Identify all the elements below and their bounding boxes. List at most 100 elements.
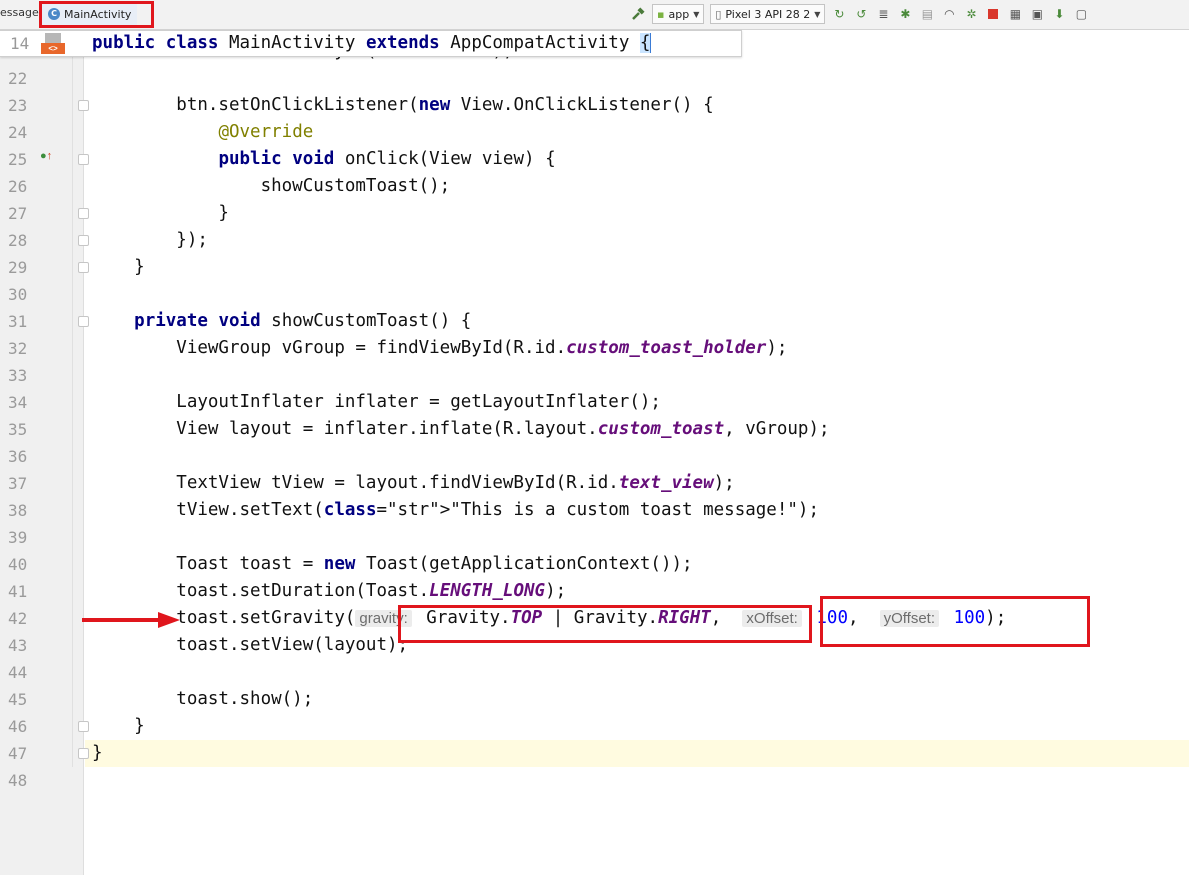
fold-icon[interactable] bbox=[78, 262, 89, 273]
chevron-down-icon: ▼ bbox=[814, 10, 820, 19]
chevron-down-icon: ▼ bbox=[693, 10, 699, 19]
line-code: toast.show(); bbox=[92, 686, 313, 713]
sticky-line-number: 14 bbox=[10, 34, 29, 53]
line-code: toast.setDuration(Toast.LENGTH_LONG); bbox=[92, 578, 566, 605]
apply-changes-icon[interactable]: ↻ bbox=[831, 6, 847, 22]
code-line[interactable]: 37 TextView tView = layout.findViewById(… bbox=[0, 470, 1189, 497]
code-line[interactable]: 46 } bbox=[0, 713, 1189, 740]
run-toolbar: ▪ app ▼ ▯ Pixel 3 API 28 2 ▼ ↻ ↺ ≣ ✱ ▤ ◠… bbox=[630, 4, 1089, 24]
line-code: public void onClick(View view) { bbox=[92, 146, 556, 173]
code-line[interactable]: 30 bbox=[0, 281, 1189, 308]
code-line[interactable]: 48 bbox=[0, 767, 1189, 794]
line-code: } bbox=[92, 200, 229, 227]
red-arrow-icon bbox=[82, 611, 182, 629]
code-line[interactable]: 26 showCustomToast(); bbox=[0, 173, 1189, 200]
device-icon: ▯ bbox=[715, 8, 721, 21]
line-number: 48 bbox=[8, 767, 27, 794]
logcat-icon[interactable]: ≣ bbox=[875, 6, 891, 22]
run-config-label: app bbox=[668, 8, 689, 21]
fold-icon[interactable] bbox=[78, 100, 89, 111]
tab-previous[interactable]: essage bbox=[0, 6, 39, 19]
line-number: 30 bbox=[8, 281, 27, 308]
line-code: showCustomToast(); bbox=[92, 173, 450, 200]
fold-icon[interactable] bbox=[78, 235, 89, 246]
line-number: 24 bbox=[8, 119, 27, 146]
top-toolbar: essage C MainActivity ▪ app ▼ ▯ Pixel 3 … bbox=[0, 0, 1189, 30]
sync-icon[interactable]: ▦ bbox=[1007, 6, 1023, 22]
line-number: 38 bbox=[8, 497, 27, 524]
code-line[interactable]: 39 bbox=[0, 524, 1189, 551]
tab-label: MainActivity bbox=[64, 8, 131, 21]
line-number: 47 bbox=[8, 740, 27, 767]
attach-debugger-icon[interactable]: ✲ bbox=[963, 6, 979, 22]
line-number: 37 bbox=[8, 470, 27, 497]
profile-icon[interactable]: ◠ bbox=[941, 6, 957, 22]
fold-icon[interactable] bbox=[78, 208, 89, 219]
line-code: btn.setOnClickListener(new View.OnClickL… bbox=[92, 92, 714, 119]
line-number: 27 bbox=[8, 200, 27, 227]
line-code: LayoutInflater inflater = getLayoutInfla… bbox=[92, 389, 661, 416]
line-number: 23 bbox=[8, 92, 27, 119]
line-number: 40 bbox=[8, 551, 27, 578]
code-line[interactable]: 43 toast.setView(layout); bbox=[0, 632, 1189, 659]
line-number: 43 bbox=[8, 632, 27, 659]
layout-inspector-icon[interactable]: ▢ bbox=[1073, 6, 1089, 22]
line-number: 41 bbox=[8, 578, 27, 605]
code-line[interactable]: 23 btn.setOnClickListener(new View.OnCli… bbox=[0, 92, 1189, 119]
class-icon: C bbox=[48, 8, 60, 20]
code-line[interactable]: 41 toast.setDuration(Toast.LENGTH_LONG); bbox=[0, 578, 1189, 605]
line-number: 22 bbox=[8, 65, 27, 92]
line-code: } bbox=[92, 254, 145, 281]
xml-layout-icon[interactable]: <> bbox=[41, 33, 65, 55]
line-number: 26 bbox=[8, 173, 27, 200]
code-line[interactable]: 38 tView.setText(class="str">"This is a … bbox=[0, 497, 1189, 524]
line-number: 44 bbox=[8, 659, 27, 686]
apply-code-changes-icon[interactable]: ↺ bbox=[853, 6, 869, 22]
code-line[interactable]: 33 bbox=[0, 362, 1189, 389]
run-config-select[interactable]: ▪ app ▼ bbox=[652, 4, 704, 24]
code-line[interactable]: 47} bbox=[0, 740, 1189, 767]
code-line[interactable]: 36 bbox=[0, 443, 1189, 470]
sdk-manager-icon[interactable]: ⬇ bbox=[1051, 6, 1067, 22]
code-line[interactable]: 31 private void showCustomToast() { bbox=[0, 308, 1189, 335]
override-gutter-icon[interactable]: ●↑ bbox=[40, 150, 52, 162]
code-line[interactable]: 34 LayoutInflater inflater = getLayoutIn… bbox=[0, 389, 1189, 416]
debug-icon[interactable]: ✱ bbox=[897, 6, 913, 22]
hammer-icon[interactable] bbox=[630, 6, 646, 22]
line-number: 29 bbox=[8, 254, 27, 281]
coverage-icon[interactable]: ▤ bbox=[919, 6, 935, 22]
line-code: @Override bbox=[92, 119, 313, 146]
line-code: private void showCustomToast() { bbox=[92, 308, 471, 335]
code-line[interactable]: 35 View layout = inflater.inflate(R.layo… bbox=[0, 416, 1189, 443]
line-number: 25 bbox=[8, 146, 27, 173]
line-number: 36 bbox=[8, 443, 27, 470]
code-line[interactable]: 44 bbox=[0, 659, 1189, 686]
code-line[interactable]: 25 public void onClick(View view) { bbox=[0, 146, 1189, 173]
sticky-class-header[interactable]: 14 <> public class MainActivity extends … bbox=[0, 30, 742, 57]
code-line[interactable]: 45 toast.show(); bbox=[0, 686, 1189, 713]
fold-icon[interactable] bbox=[78, 316, 89, 327]
code-line[interactable]: 32 ViewGroup vGroup = findViewById(R.id.… bbox=[0, 335, 1189, 362]
line-number: 42 bbox=[8, 605, 27, 632]
code-line[interactable]: 28 }); bbox=[0, 227, 1189, 254]
line-number: 35 bbox=[8, 416, 27, 443]
avd-manager-icon[interactable]: ▣ bbox=[1029, 6, 1045, 22]
line-code: toast.setGravity(gravity: Gravity.TOP | … bbox=[92, 605, 1006, 632]
code-line[interactable]: 24 @Override bbox=[0, 119, 1189, 146]
device-select[interactable]: ▯ Pixel 3 API 28 2 ▼ bbox=[710, 4, 825, 24]
line-number: 39 bbox=[8, 524, 27, 551]
code-line[interactable]: 27 } bbox=[0, 200, 1189, 227]
line-code: Toast toast = new Toast(getApplicationCo… bbox=[92, 551, 693, 578]
fold-icon[interactable] bbox=[78, 721, 89, 732]
code-line[interactable]: 40 Toast toast = new Toast(getApplicatio… bbox=[0, 551, 1189, 578]
sticky-code: public class MainActivity extends AppCom… bbox=[92, 33, 651, 53]
stop-icon[interactable] bbox=[985, 6, 1001, 22]
code-line[interactable]: 22 bbox=[0, 65, 1189, 92]
fold-icon[interactable] bbox=[78, 154, 89, 165]
fold-icon[interactable] bbox=[78, 748, 89, 759]
line-number: 31 bbox=[8, 308, 27, 335]
tab-mainactivity[interactable]: C MainActivity bbox=[42, 3, 137, 25]
code-line[interactable]: 29 } bbox=[0, 254, 1189, 281]
line-code: toast.setView(layout); bbox=[92, 632, 408, 659]
line-code: } bbox=[92, 713, 145, 740]
